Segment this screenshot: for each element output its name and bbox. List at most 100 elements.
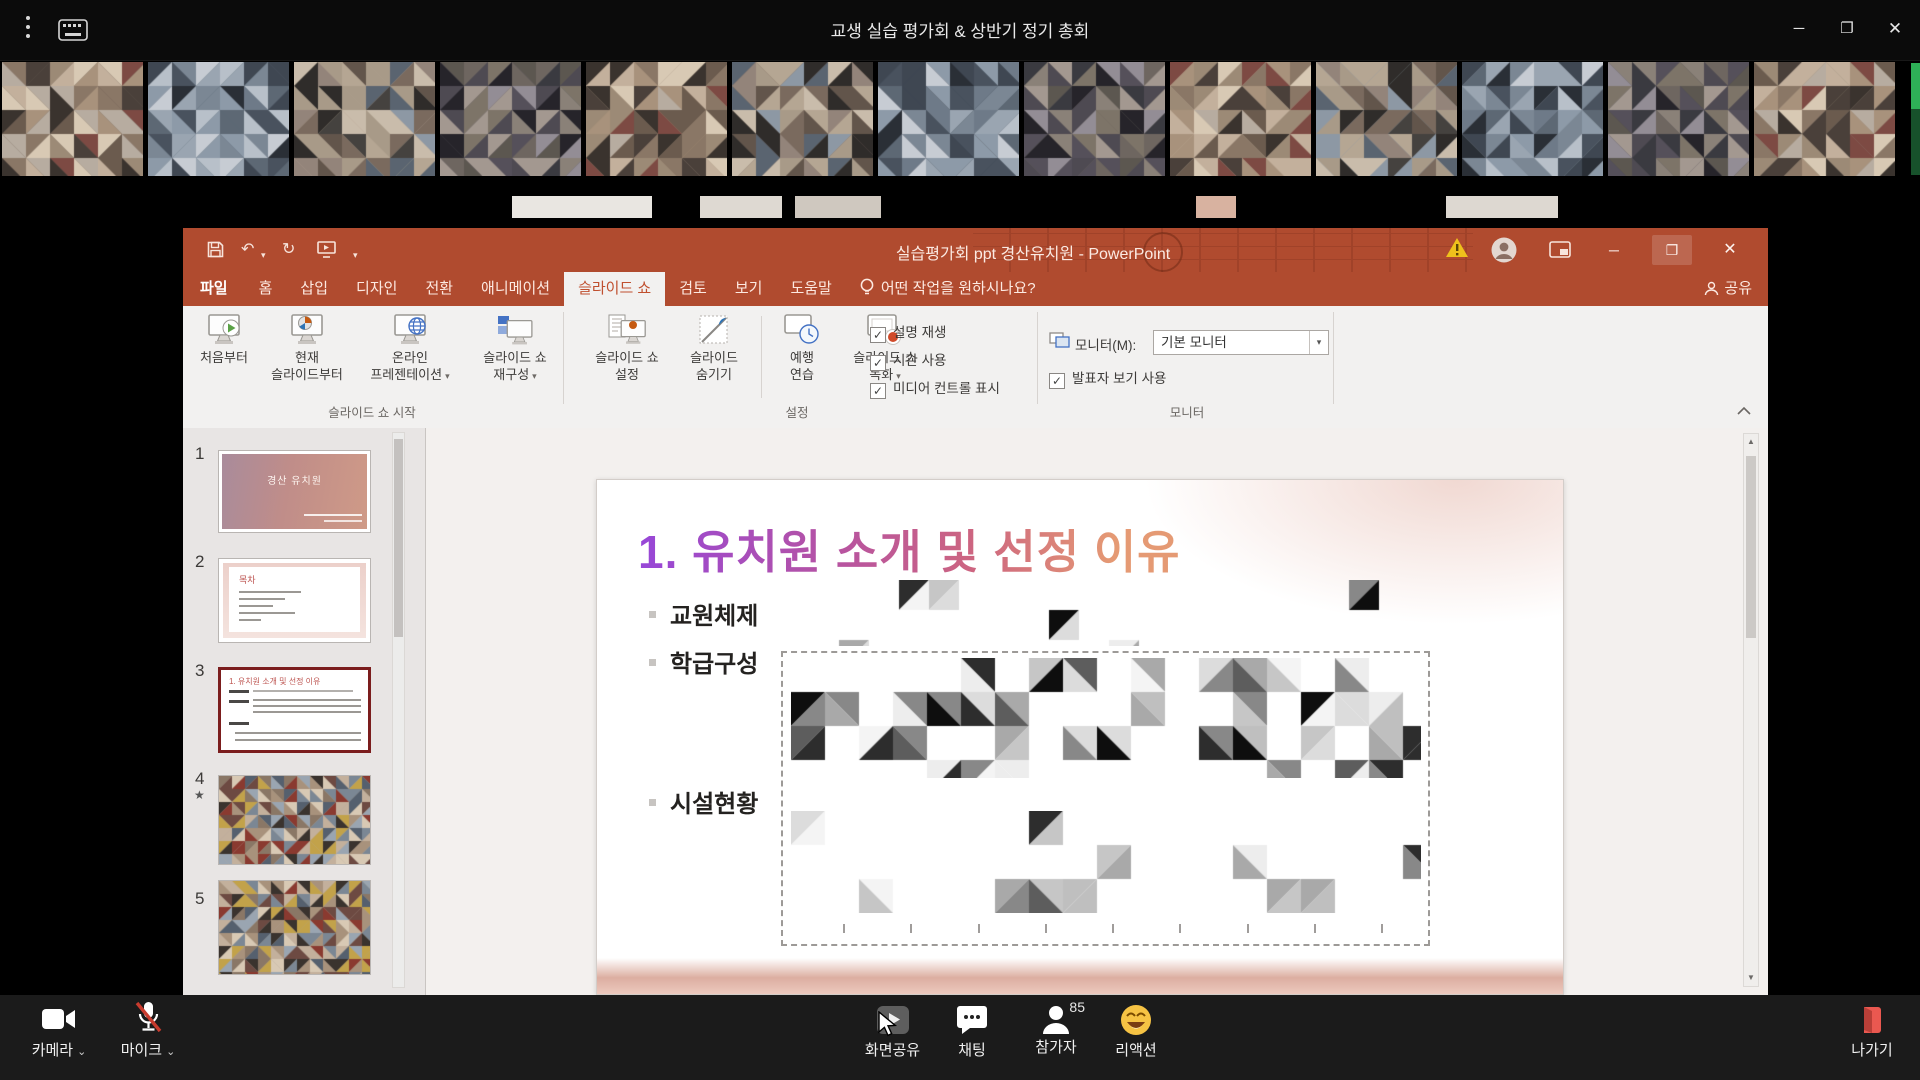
participant-video-partial — [700, 196, 782, 218]
slide1-title: 경산 유치원 — [219, 472, 370, 487]
selected-table-censored[interactable] — [781, 651, 1430, 946]
censored-table-ticks — [843, 924, 1383, 933]
tab-design[interactable]: 디자인 — [342, 272, 411, 306]
scroll-down-icon[interactable]: ▼ — [1744, 970, 1758, 986]
slide-number: 5 — [195, 889, 204, 909]
ppt-close-button[interactable]: ✕ — [1710, 235, 1750, 265]
current-slide-canvas[interactable]: 1. 유치원 소개 및 선정 이유 교원체제 학급구성 시설현황 — [596, 479, 1564, 995]
mic-options-caret-icon[interactable]: ⌄ — [166, 1046, 175, 1058]
slide-bullet-3: 시설현황 — [649, 784, 758, 819]
undo-icon[interactable]: ↶ — [241, 239, 254, 261]
monitor-dropdown-caret-icon[interactable]: ▾ — [1309, 331, 1328, 354]
undo-caret-icon[interactable]: ▾ — [261, 244, 266, 266]
account-avatar[interactable] — [1491, 237, 1517, 263]
slide-thumbnail-4[interactable] — [218, 775, 371, 865]
participant-video[interactable] — [148, 62, 289, 176]
participant-video[interactable] — [1170, 62, 1311, 176]
mic-button[interactable]: 마이크⌄ — [104, 1001, 192, 1061]
participant-video[interactable] — [586, 62, 727, 176]
bullet-icon — [649, 799, 656, 806]
ppt-document-area: 1 경산 유치원 2 목차 — [183, 428, 1768, 995]
ppt-window-title: 실습평가회 ppt 경산유치원 - PowerPoint — [823, 240, 1243, 264]
play-narrations-checkbox[interactable]: ✓설명 재생 — [870, 321, 946, 339]
thumbnail-pane-scrollbar-thumb[interactable] — [394, 439, 403, 637]
tab-file[interactable]: 파일 — [183, 272, 245, 306]
redo-icon[interactable]: ↻ — [282, 239, 295, 261]
app-restore-button[interactable]: ❐ — [1830, 14, 1864, 44]
app-close-button[interactable]: ✕ — [1878, 14, 1912, 44]
tab-transitions[interactable]: 전환 — [411, 272, 467, 306]
participant-video[interactable] — [732, 62, 873, 176]
participant-video[interactable] — [1462, 62, 1603, 176]
participant-video[interactable] — [2, 62, 143, 176]
camera-button[interactable]: 카메라⌄ — [18, 1001, 100, 1061]
from-beginning-icon — [205, 313, 243, 347]
slide-thumbnail-3-selected[interactable]: 1. 유치원 소개 및 선정 이유 — [218, 667, 371, 753]
setup-slideshow-button[interactable]: 슬라이드 쇼 설정 — [583, 306, 671, 418]
thumbnail-pane-scrollbar[interactable] — [392, 432, 405, 988]
ribbon-slideshow: 처음부터 현재 슬라이드부터 온라인 프레젠테이션▾ 슬라이드 — [183, 306, 1768, 429]
participant-video[interactable] — [1754, 62, 1895, 176]
participant-video[interactable] — [1024, 62, 1165, 176]
tab-insert[interactable]: 삽입 — [286, 272, 342, 306]
collapse-ribbon-icon[interactable] — [1736, 406, 1752, 416]
tab-slideshow[interactable]: 슬라이드 쇼 — [564, 272, 665, 306]
participant-video-partial — [795, 196, 881, 218]
participants-count: 85 — [1069, 999, 1085, 1015]
ppt-restore-button[interactable]: ❐ — [1652, 235, 1692, 265]
tab-home[interactable]: 홈 — [245, 272, 287, 306]
monitor-dropdown[interactable]: 기본 모니터 ▾ — [1153, 330, 1329, 355]
dropdown-caret-icon: ▾ — [532, 371, 537, 381]
tell-me-box[interactable]: 어떤 작업을 원하시나요? — [860, 272, 1036, 306]
tab-animations[interactable]: 애니메이션 — [467, 272, 564, 306]
group-separator — [1333, 312, 1334, 404]
camera-options-caret-icon[interactable]: ⌄ — [77, 1046, 86, 1058]
share-button[interactable]: 공유 — [1704, 272, 1752, 306]
censored-table-upper — [791, 658, 1421, 778]
powerpoint-window: ↶ ▾ ↻ ▾ 실습평가회 ppt 경산유치원 - PowerPoint ─ — [183, 228, 1768, 995]
chat-button[interactable]: 채팅 — [934, 1001, 1010, 1060]
participant-video[interactable] — [294, 62, 435, 176]
slide-thumbnail-2[interactable]: 목차 — [218, 558, 371, 643]
slide5-censored-content — [219, 881, 370, 974]
custom-slideshow-button[interactable]: 슬라이드 쇼 재구성▾ — [469, 306, 561, 418]
ribbon-tab-bar: 파일 홈 삽입 디자인 전환 애니메이션 슬라이드 쇼 검토 보기 도움말 어떤… — [183, 272, 1768, 306]
qat-customize-icon[interactable]: ▾ — [353, 244, 358, 266]
checkbox-icon: ✓ — [1049, 373, 1065, 389]
from-beginning-button[interactable]: 처음부터 — [185, 306, 263, 418]
tell-me-label: 어떤 작업을 원하시나요? — [881, 280, 1036, 297]
video-edge-fragment — [1911, 109, 1920, 175]
participants-icon — [1041, 1004, 1071, 1036]
tab-review[interactable]: 검토 — [665, 272, 721, 306]
save-icon[interactable] — [207, 241, 224, 258]
leave-meeting-button[interactable]: 나가기 — [1830, 1001, 1914, 1060]
use-timings-checkbox[interactable]: ✓시간 사용 — [870, 349, 946, 367]
slide-thumbnail-1[interactable]: 경산 유치원 — [218, 450, 371, 533]
mouse-cursor — [878, 1011, 900, 1037]
reactions-button[interactable]: 리액션 — [1096, 1001, 1176, 1060]
participant-video[interactable] — [1316, 62, 1457, 176]
reaction-emoji-icon — [1120, 1004, 1152, 1036]
slide-thumbnail-5[interactable] — [218, 880, 371, 975]
show-media-controls-checkbox[interactable]: ✓미디어 컨트롤 표시 — [870, 377, 1000, 395]
editor-scrollbar-thumb[interactable] — [1746, 456, 1756, 638]
start-slideshow-icon[interactable] — [317, 241, 336, 258]
display-settings-icon[interactable] — [1549, 241, 1571, 258]
participant-video[interactable] — [878, 62, 1019, 176]
tab-help[interactable]: 도움말 — [776, 272, 845, 306]
use-presenter-view-checkbox[interactable]: ✓발표자 보기 사용 — [1049, 367, 1166, 385]
participants-button[interactable]: 85 참가자 — [1016, 1001, 1096, 1057]
ppt-minimize-button[interactable]: ─ — [1594, 235, 1634, 265]
app-minimize-button[interactable]: ─ — [1782, 14, 1816, 44]
slide-number: 2 — [195, 552, 204, 572]
custom-slideshow-icon — [496, 313, 534, 347]
editor-scrollbar[interactable]: ▲ ▼ — [1743, 433, 1759, 987]
scroll-up-icon[interactable]: ▲ — [1744, 434, 1758, 450]
tab-view[interactable]: 보기 — [721, 272, 777, 306]
slide-decoration-bottom — [597, 958, 1563, 994]
participant-video[interactable] — [1608, 62, 1749, 176]
warning-icon[interactable] — [1445, 237, 1469, 259]
present-online-icon — [391, 313, 429, 347]
participant-video[interactable] — [440, 62, 581, 176]
button-separator — [761, 316, 762, 398]
